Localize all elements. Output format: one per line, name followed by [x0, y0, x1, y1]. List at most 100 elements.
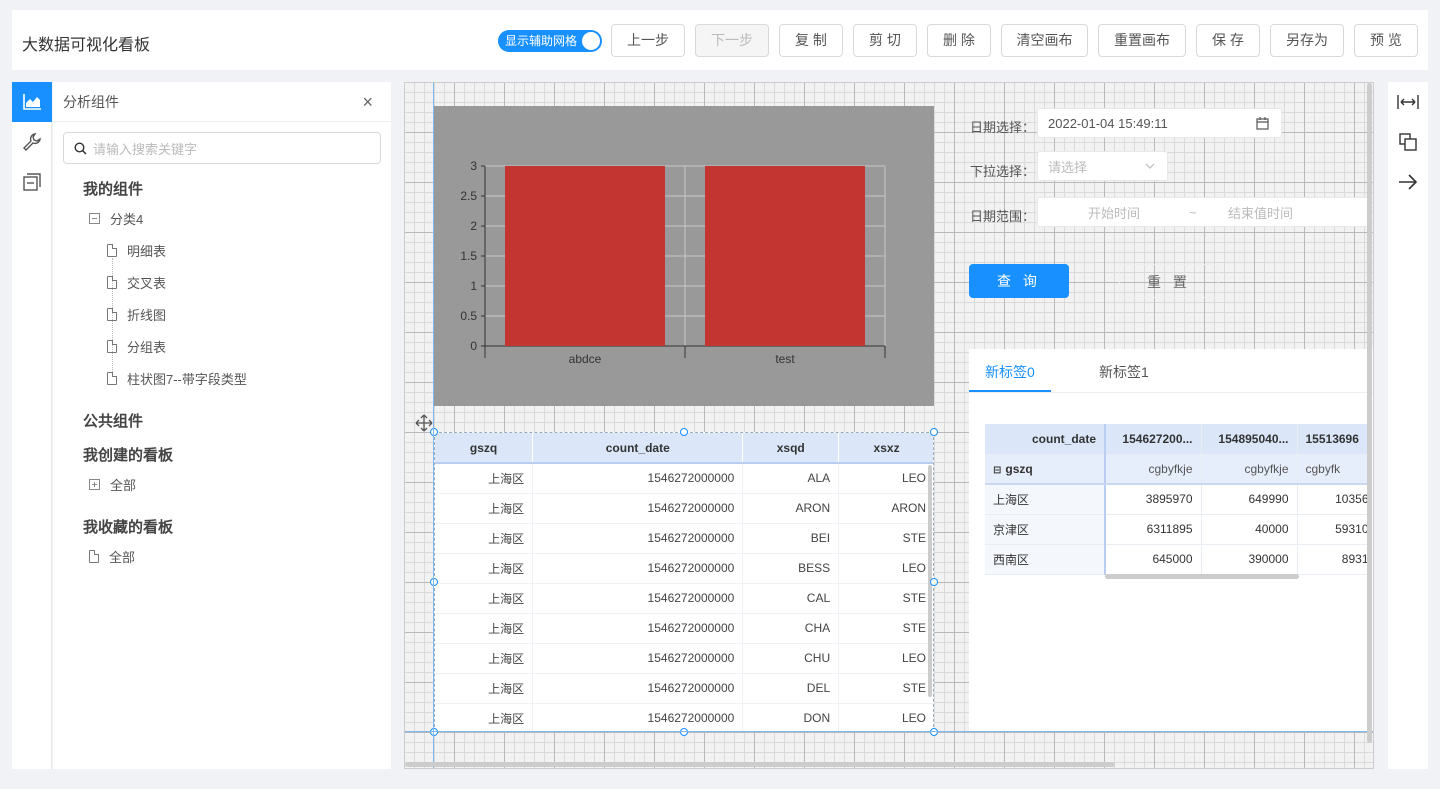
table-row[interactable]: 上海区 1546272000000 CAL STE	[435, 583, 933, 614]
category-node[interactable]: 分类4	[89, 209, 143, 228]
table-cell: 上海区	[435, 673, 534, 704]
created-boards-heading[interactable]: 我创建的看板	[83, 444, 173, 465]
table-cell: 上海区	[435, 553, 534, 584]
favorite-boards-heading[interactable]: 我收藏的看板	[83, 516, 173, 537]
arrange-button[interactable]	[1388, 122, 1428, 162]
fit-width-button[interactable]	[1388, 82, 1428, 122]
table-cell: STE	[838, 673, 933, 704]
tree-item-label: 明细表	[127, 244, 167, 259]
file-icon	[89, 550, 99, 563]
tree-item-group-table[interactable]: 分组表	[107, 337, 166, 356]
collapse-icon[interactable]: ⊟	[993, 465, 1001, 476]
tab-1[interactable]: 新标签1	[1099, 362, 1149, 382]
undo-button[interactable]: 上一步	[611, 24, 685, 57]
app-title: 大数据可视化看板	[22, 37, 151, 54]
resize-handle[interactable]	[430, 578, 438, 586]
table-row[interactable]: 上海区 1546272000000 CHA STE	[435, 613, 933, 644]
column-header[interactable]: gszq	[435, 433, 534, 464]
table-cell: STE	[838, 523, 933, 554]
forward-button[interactable]	[1388, 162, 1428, 202]
table-cell: 上海区	[435, 523, 534, 554]
table-row[interactable]: 上海区 1546272000000 ALA LEO	[435, 463, 933, 494]
pivot-row: 西南区 645000 390000 8931	[985, 544, 1370, 575]
calendar-icon	[1256, 117, 1269, 130]
horizontal-scrollbar[interactable]	[1105, 574, 1299, 579]
expand-icon[interactable]	[89, 479, 100, 490]
table-row[interactable]: 上海区 1546272000000 BEI STE	[435, 523, 933, 554]
pivot-corner-row[interactable]: ⊟ gszq	[985, 454, 1106, 485]
bar-chart-widget[interactable]: 0 0.5 1 1.5 2 2.5 3 abdce test	[434, 106, 934, 406]
pivot-col-header: 154627200...	[1105, 424, 1202, 455]
table-cell: STE	[838, 613, 933, 644]
resize-handle[interactable]	[930, 728, 938, 736]
table-row[interactable]: 上海区 1546272000000 BESS LEO	[435, 553, 933, 584]
cut-button[interactable]: 剪 切	[853, 24, 917, 57]
date-range-picker[interactable]: 开始时间 ~ 结束值时间	[1037, 197, 1369, 227]
search-placeholder: 请输入搜索关键字	[93, 141, 198, 157]
grid-toggle[interactable]: 显示辅助网格	[498, 30, 602, 52]
select-label: 下拉选择：	[970, 164, 1036, 179]
table-cell: 上海区	[435, 703, 534, 731]
analysis-components-tab[interactable]	[12, 82, 52, 122]
fav-all-node[interactable]: 全部	[89, 547, 135, 566]
search-input[interactable]: 请输入搜索关键字	[63, 132, 381, 164]
column-header[interactable]: count_date	[532, 433, 744, 464]
tab-0[interactable]: 新标签0	[985, 362, 1035, 382]
date-picker[interactable]: 2022-01-04 15:49:11	[1037, 108, 1282, 138]
tabs-widget: 新标签0 新标签1 count_date 154627200... 154895…	[969, 349, 1373, 732]
canvas-horizontal-scrollbar[interactable]	[405, 762, 1115, 767]
file-icon	[107, 308, 117, 321]
table-row[interactable]: 上海区 1546272000000 DEL STE	[435, 673, 933, 704]
detail-table-widget[interactable]: gszq count_date xsqd xsxz 上海区 1546272000000 A…	[434, 432, 934, 732]
tools-tab[interactable]	[12, 122, 52, 162]
my-components-heading[interactable]: 我的组件	[83, 178, 143, 199]
clear-canvas-button[interactable]: 清空画布	[1001, 24, 1088, 57]
save-button[interactable]: 保 存	[1196, 24, 1260, 57]
table-row[interactable]: 上海区 1546272000000 ARON ARON	[435, 493, 933, 524]
pivot-sub-header: cgbyfkje	[1105, 454, 1202, 485]
grid-toggle-label: 显示辅助网格	[505, 34, 578, 48]
delete-button[interactable]: 删 除	[927, 24, 991, 57]
preview-button[interactable]: 预 览	[1354, 24, 1418, 57]
resize-handle[interactable]	[930, 578, 938, 586]
close-icon[interactable]: ×	[362, 93, 373, 111]
pivot-cell: 10356	[1297, 484, 1370, 515]
pivot-row-dim: gszq	[1005, 461, 1033, 476]
table-cell: 上海区	[435, 463, 534, 494]
tree-item-bar-chart[interactable]: 柱状图7--带字段类型	[107, 369, 247, 388]
reset-canvas-button[interactable]: 重置画布	[1098, 24, 1186, 57]
tree-item-cross-table[interactable]: 交叉表	[107, 273, 166, 292]
table-cell: ARON	[742, 493, 840, 524]
dropdown-select[interactable]: 请选择	[1037, 151, 1168, 181]
public-components-heading[interactable]: 公共组件	[83, 410, 143, 431]
tree-item-line-chart[interactable]: 折线图	[107, 305, 166, 324]
resize-handle[interactable]	[430, 728, 438, 736]
pivot-corner-col: count_date	[985, 424, 1106, 455]
fit-width-icon	[1397, 95, 1419, 109]
resize-handle[interactable]	[930, 428, 938, 436]
design-canvas[interactable]: 0 0.5 1 1.5 2 2.5 3 abdce test 日期选择： 2022-01-04 …	[404, 82, 1374, 769]
pivot-cell: 3895970	[1105, 484, 1202, 515]
layers-tab[interactable]	[12, 162, 52, 202]
created-all-node[interactable]: 全部	[89, 475, 136, 494]
pivot-subheader-row: ⊟ gszq cgbyfkje cgbyfkje cgbyfk	[985, 454, 1370, 485]
y-tick-label: 0.5	[460, 309, 477, 323]
canvas-vertical-scrollbar[interactable]	[1367, 83, 1372, 743]
column-header[interactable]: xsqd	[742, 433, 840, 464]
redo-button[interactable]: 下一步	[695, 24, 769, 57]
resize-handle[interactable]	[680, 728, 688, 736]
pivot-cell: 390000	[1201, 544, 1298, 575]
table-cell: 1546272000000	[532, 613, 744, 644]
save-as-button[interactable]: 另存为	[1270, 24, 1344, 57]
move-icon[interactable]	[415, 414, 433, 432]
range-label: 日期范围：	[970, 209, 1036, 224]
tree-item-detail-table[interactable]: 明细表	[107, 241, 166, 260]
x-tick-label: abdce	[569, 352, 602, 366]
query-button[interactable]: 查 询	[969, 264, 1069, 298]
table-row[interactable]: 上海区 1546272000000 CHU LEO	[435, 643, 933, 674]
reset-button[interactable]: 重 置	[1119, 264, 1219, 298]
copy-button[interactable]: 复 制	[779, 24, 843, 57]
column-header[interactable]: xsxz	[838, 433, 933, 464]
collapse-icon[interactable]	[89, 213, 100, 224]
resize-handle[interactable]	[680, 428, 688, 436]
